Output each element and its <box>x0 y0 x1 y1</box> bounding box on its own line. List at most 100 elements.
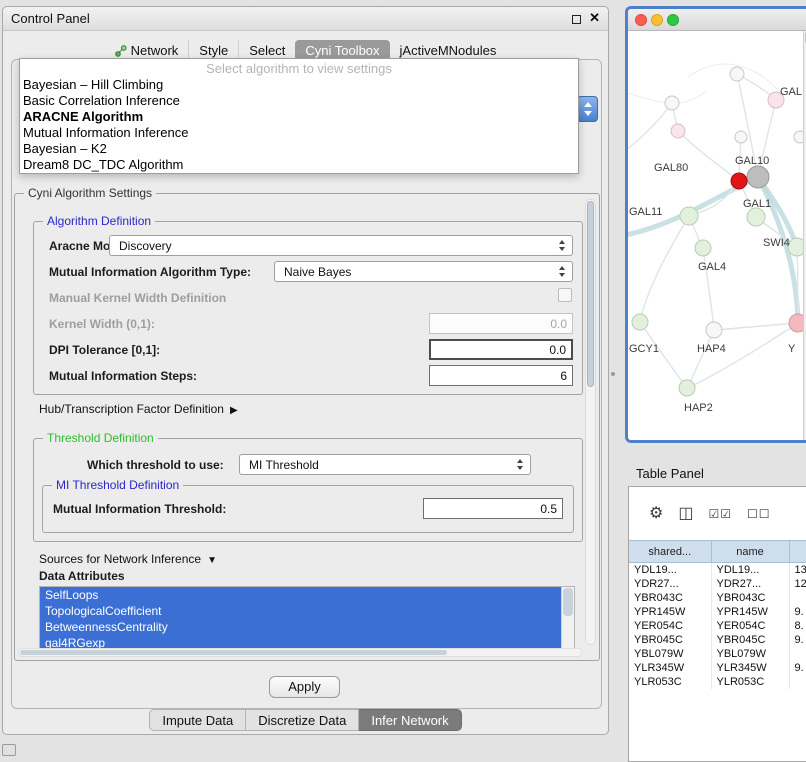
apply-button[interactable]: Apply <box>269 676 340 698</box>
scrollbar-thumb[interactable] <box>20 650 447 655</box>
network-node[interactable] <box>789 314 803 332</box>
cell[interactable]: YPR145W <box>629 605 711 619</box>
network-node[interactable] <box>747 166 769 188</box>
kernel-width-input[interactable] <box>429 313 573 334</box>
scrollbar-thumb[interactable] <box>587 201 594 387</box>
network-node[interactable] <box>671 124 685 138</box>
cell[interactable] <box>789 675 806 689</box>
network-node[interactable] <box>632 314 648 330</box>
network-node[interactable] <box>679 380 695 396</box>
column-header-partial[interactable] <box>789 541 806 563</box>
control-panel-title: Control Panel <box>11 11 90 26</box>
cell[interactable]: 12 <box>789 577 806 591</box>
gear-icon[interactable]: ⚙ <box>649 506 663 522</box>
network-node[interactable] <box>747 208 765 226</box>
network-node[interactable] <box>665 96 679 110</box>
control-panel-titlebar[interactable]: Control Panel ✕ <box>3 7 608 31</box>
network-node[interactable] <box>735 131 747 143</box>
scrollbar-thumb[interactable] <box>563 588 573 616</box>
cell[interactable]: 9. <box>789 661 806 675</box>
panel-splitter-handle[interactable] <box>611 372 615 376</box>
cell[interactable]: YLR345W <box>711 661 789 675</box>
table-row[interactable]: YBR045CYBR045C9. <box>629 633 806 647</box>
cell[interactable]: YLR345W <box>629 661 711 675</box>
dpi-tolerance-input[interactable] <box>429 339 573 360</box>
mi-threshold-input[interactable] <box>423 498 563 519</box>
network-node[interactable] <box>788 238 803 256</box>
hub-definition-section[interactable]: Hub/Transcription Factor Definition▶ <box>39 402 238 416</box>
column-header-shared-name[interactable]: shared... <box>629 541 711 563</box>
cell[interactable]: YBR045C <box>629 633 711 647</box>
tab-impute-data[interactable]: Impute Data <box>149 709 246 731</box>
cell[interactable] <box>789 591 806 605</box>
mi-steps-input[interactable] <box>429 365 573 386</box>
minimize-button[interactable] <box>651 14 663 26</box>
tab-infer-network[interactable]: Infer Network <box>359 709 461 731</box>
close-button[interactable] <box>635 14 647 26</box>
network-node[interactable] <box>695 240 711 256</box>
tab-discretize-data[interactable]: Discretize Data <box>246 709 359 731</box>
table-row[interactable]: YLR053CYLR053C <box>629 675 806 689</box>
menu-item-aracne[interactable]: ARACNE Algorithm <box>20 109 578 125</box>
settings-vertical-scrollbar[interactable] <box>585 199 596 645</box>
list-item-selfloops[interactable]: SelfLoops <box>40 587 561 603</box>
cell[interactable]: YLR053C <box>711 675 789 689</box>
cell[interactable]: YDL19... <box>711 563 789 577</box>
column-header-name[interactable]: name <box>711 541 789 563</box>
cell[interactable]: 9. <box>789 605 806 619</box>
attributes-scrollbar[interactable] <box>561 587 574 649</box>
cell[interactable]: YBR045C <box>711 633 789 647</box>
cell[interactable]: 13 <box>789 563 806 577</box>
cell[interactable]: YBR043C <box>629 591 711 605</box>
mi-type-select[interactable]: Naive Bayes <box>274 261 573 282</box>
settings-horizontal-scrollbar[interactable] <box>18 648 582 657</box>
cell[interactable]: 8. <box>789 619 806 633</box>
list-item-topologicalcoefficient[interactable]: TopologicalCoefficient <box>40 603 561 619</box>
which-threshold-select[interactable]: MI Threshold <box>239 454 531 475</box>
cell[interactable]: YDR27... <box>711 577 789 591</box>
network-node[interactable] <box>680 207 698 225</box>
close-icon[interactable]: ✕ <box>589 10 600 26</box>
network-node-selected[interactable] <box>731 173 747 189</box>
network-canvas[interactable]: GAL80 GAL11 GAL10 GAL1 SWI4 GAL4 GCY1 HA… <box>628 31 806 440</box>
menu-item-dream8[interactable]: Dream8 DC_TDC Algorithm <box>20 157 578 173</box>
menu-item-bayesian-k2[interactable]: Bayesian – K2 <box>20 141 578 157</box>
table-row[interactable]: YBL079WYBL079W <box>629 647 806 661</box>
menu-item-mutual-information[interactable]: Mutual Information Inference <box>20 125 578 141</box>
kernel-width-label: Kernel Width (0,1): <box>49 317 155 331</box>
network-node[interactable] <box>730 67 744 81</box>
algorithm-combo-stepper[interactable] <box>577 96 598 122</box>
table-row[interactable]: YDR27...YDR27...12 <box>629 577 806 591</box>
cell[interactable]: YER054C <box>711 619 789 633</box>
cell[interactable]: YPR145W <box>711 605 789 619</box>
minimized-panel-icon[interactable] <box>2 744 16 756</box>
float-window-icon[interactable] <box>572 15 581 24</box>
split-columns-icon[interactable]: ◫ <box>678 506 693 522</box>
cell[interactable]: YER054C <box>629 619 711 633</box>
zoom-button[interactable] <box>667 14 679 26</box>
table-row[interactable]: YLR345WYLR345W9. <box>629 661 806 675</box>
network-window-titlebar[interactable] <box>628 9 806 31</box>
menu-item-basic-correlation[interactable]: Basic Correlation Inference <box>20 93 578 109</box>
list-item-betweennesscentrality[interactable]: BetweennessCentrality <box>40 619 561 635</box>
select-all-checkboxes-icon[interactable]: ☑☑ <box>708 508 732 520</box>
network-node[interactable] <box>794 131 803 143</box>
deselect-all-checkboxes-icon[interactable]: ☐☐ <box>747 508 771 520</box>
cell[interactable]: 9. <box>789 633 806 647</box>
cell[interactable]: YBL079W <box>629 647 711 661</box>
cell[interactable]: YBR043C <box>711 591 789 605</box>
cell[interactable]: YDL19... <box>629 563 711 577</box>
table-row[interactable]: YBR043CYBR043C <box>629 591 806 605</box>
cell[interactable] <box>789 647 806 661</box>
network-node[interactable] <box>706 322 722 338</box>
menu-item-bayesian-hill-climbing[interactable]: Bayesian – Hill Climbing <box>20 77 578 93</box>
cell[interactable]: YLR053C <box>629 675 711 689</box>
cell[interactable]: YBL079W <box>711 647 789 661</box>
manual-kernel-checkbox[interactable] <box>558 288 572 302</box>
table-row[interactable]: YPR145WYPR145W9. <box>629 605 806 619</box>
aracne-mode-select[interactable]: Discovery <box>109 235 573 256</box>
table-row[interactable]: YER054CYER054C8. <box>629 619 806 633</box>
sources-section[interactable]: Sources for Network Inference▼ <box>39 552 217 566</box>
cell[interactable]: YDR27... <box>629 577 711 591</box>
table-row[interactable]: YDL19...YDL19...13 <box>629 563 806 577</box>
